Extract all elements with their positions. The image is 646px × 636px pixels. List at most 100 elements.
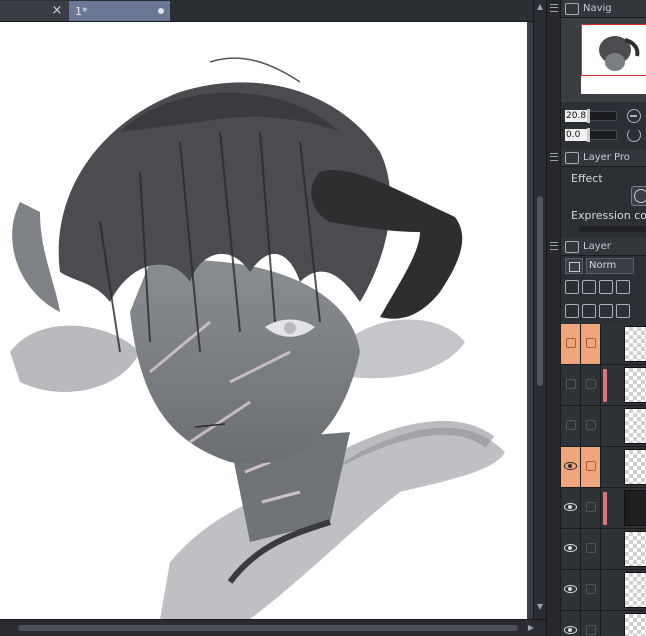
layer-thumbnail (624, 367, 646, 403)
app-window: × 1* ▲ ▼ ▶ Navig 20.8 0.0 Layer Pro Effe… (0, 0, 646, 636)
navigator-title: Navig (583, 3, 612, 14)
layer-create-toolbar (561, 301, 646, 321)
layer-row[interactable] (561, 529, 646, 570)
layer-edit-toggle[interactable] (581, 611, 601, 636)
canvas-paper[interactable] (0, 22, 527, 619)
panel-grip[interactable] (547, 0, 561, 636)
layer-option-toolbar (561, 277, 646, 297)
layers-icon (565, 240, 579, 253)
layer-edit-toggle[interactable] (581, 447, 601, 487)
layer-row[interactable] (561, 365, 646, 406)
layer-visibility-toggle[interactable] (561, 570, 581, 610)
rotate-slider[interactable] (587, 128, 617, 142)
rotate-control[interactable]: 0.0 (565, 128, 617, 142)
zoom-out-icon[interactable] (627, 109, 641, 123)
tab-label: 1* (75, 4, 88, 18)
vertical-scrollbar[interactable]: ▲ ▼ (533, 0, 546, 619)
layer-row[interactable] (561, 406, 646, 447)
unsaved-dot-icon (158, 8, 164, 14)
layer-row[interactable] (561, 488, 646, 529)
menu-icon[interactable] (550, 4, 558, 12)
layer-visibility-toggle[interactable] (561, 365, 581, 405)
effect-border-icon[interactable] (631, 186, 646, 206)
new-correction-layer-icon[interactable] (616, 304, 630, 318)
horizontal-scrollbar[interactable]: ▶ (0, 619, 546, 636)
clipping-indicator (603, 492, 607, 525)
layer-thumbnail (624, 572, 646, 608)
checkbox-icon (586, 625, 596, 635)
layer-row[interactable] (561, 447, 646, 488)
expression-color-bar[interactable] (579, 226, 646, 232)
layer-row[interactable] (561, 324, 646, 365)
layer-edit-toggle[interactable] (581, 529, 601, 569)
eye-icon (564, 544, 577, 552)
layer-property-icon (565, 151, 579, 164)
layer-row[interactable] (561, 611, 646, 636)
zoom-slider[interactable] (587, 109, 617, 123)
blend-mode-select[interactable]: Norm (586, 258, 634, 274)
scroll-up-icon[interactable]: ▲ (534, 0, 546, 14)
layer-color-icon[interactable] (565, 258, 583, 274)
checkbox-icon (586, 338, 596, 348)
eye-icon (564, 626, 577, 634)
draft-layer-icon[interactable] (599, 280, 613, 294)
layer-edit-toggle[interactable] (581, 365, 601, 405)
checkbox-icon (586, 461, 596, 471)
layer-edit-toggle[interactable] (581, 406, 601, 446)
clip-layer-icon[interactable] (565, 280, 579, 294)
navigator-header[interactable]: Navig (561, 0, 646, 18)
layer-visibility-toggle[interactable] (561, 324, 581, 364)
clipping-indicator (603, 369, 607, 402)
layer-edit-toggle[interactable] (581, 324, 601, 364)
layer-panel-header[interactable]: Layer (561, 238, 646, 256)
rotate-value[interactable]: 0.0 (565, 129, 587, 141)
layer-visibility-toggle[interactable] (561, 529, 581, 569)
layer-property-header[interactable]: Layer Pro (561, 149, 646, 167)
right-dock-panel: Navig 20.8 0.0 Layer Pro Effect Expressi… (546, 0, 646, 636)
document-tab[interactable]: × (0, 1, 69, 21)
checkbox-icon (586, 584, 596, 594)
lock-icon[interactable] (616, 280, 630, 294)
layer-visibility-toggle[interactable] (561, 447, 581, 487)
zoom-value[interactable]: 20.8 (565, 110, 587, 122)
visibility-off-icon (566, 420, 576, 430)
layer-edit-toggle[interactable] (581, 488, 601, 528)
layer-edit-toggle[interactable] (581, 570, 601, 610)
layer-thumbnail (624, 531, 646, 567)
scroll-right-icon[interactable]: ▶ (524, 621, 538, 635)
close-icon[interactable]: × (51, 4, 63, 17)
visibility-off-icon (566, 338, 576, 348)
scroll-down-icon[interactable]: ▼ (534, 600, 546, 614)
eye-icon (564, 503, 577, 511)
layer-visibility-toggle[interactable] (561, 406, 581, 446)
eye-icon (564, 462, 577, 470)
layer-thumbnail (624, 326, 646, 362)
checkbox-icon (586, 379, 596, 389)
zoom-control[interactable]: 20.8 (565, 109, 617, 123)
horizontal-scroll-thumb[interactable] (18, 625, 518, 631)
navigator-view-frame[interactable] (581, 24, 646, 76)
document-tab-active[interactable]: 1* (69, 1, 170, 21)
checkbox-icon (586, 502, 596, 512)
canvas-area[interactable] (0, 22, 533, 619)
navigator-preview[interactable] (561, 18, 646, 102)
menu-icon[interactable] (550, 242, 558, 250)
layer-property-title: Layer Pro (583, 152, 630, 163)
layer-visibility-toggle[interactable] (561, 488, 581, 528)
vertical-scroll-thumb[interactable] (537, 196, 543, 386)
layer-row[interactable] (561, 570, 646, 611)
eye-icon (564, 585, 577, 593)
navigator-icon (565, 2, 579, 15)
layer-thumbnail (624, 449, 646, 485)
reference-layer-icon[interactable] (582, 280, 596, 294)
layer-panel-title: Layer (583, 241, 611, 252)
reset-rotation-icon[interactable] (627, 128, 641, 142)
layer-blend-toolbar: Norm (561, 256, 646, 276)
new-raster-layer-icon[interactable] (565, 304, 579, 318)
layer-visibility-toggle[interactable] (561, 611, 581, 636)
document-tab-bar: × 1* (0, 0, 533, 22)
menu-icon[interactable] (550, 153, 558, 161)
new-folder-icon[interactable] (599, 304, 613, 318)
artwork-illustration (10, 57, 505, 619)
new-vector-layer-icon[interactable] (582, 304, 596, 318)
